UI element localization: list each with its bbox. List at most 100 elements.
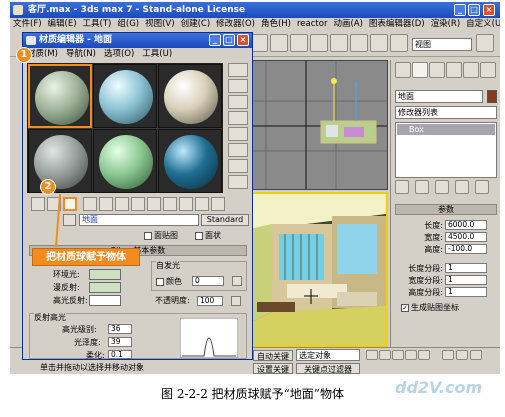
select-icon[interactable]	[270, 34, 288, 52]
opacity-map-button[interactable]	[231, 296, 241, 306]
key-filters-button[interactable]: 关键点过滤器	[296, 363, 360, 374]
utilities-tab-icon[interactable]	[480, 62, 496, 78]
backlight-icon[interactable]	[228, 79, 248, 93]
param-length-segs-input[interactable]: 1	[445, 263, 487, 273]
spec-level-input[interactable]: 36	[108, 324, 132, 334]
sample-type-icon[interactable]	[228, 63, 248, 77]
reset-map-icon[interactable]	[83, 197, 97, 211]
motion-tab-icon[interactable]	[446, 62, 462, 78]
params-rollout-header[interactable]: 参数	[395, 204, 497, 215]
show-end-result-mat-icon[interactable]	[179, 197, 193, 211]
quick-render-icon[interactable]	[476, 34, 494, 52]
go-to-end-icon[interactable]	[418, 350, 430, 360]
ambient-color-swatch[interactable]	[89, 269, 121, 280]
menu-tools[interactable]: 工具(T)	[80, 18, 115, 31]
self-illum-value[interactable]: 0	[192, 276, 224, 286]
remove-modifier-icon[interactable]	[455, 180, 469, 194]
menu-customize[interactable]: 自定义(U)	[463, 18, 500, 31]
prev-frame-icon[interactable]	[379, 350, 391, 360]
menu-views[interactable]: 视图(V)	[142, 18, 177, 31]
make-unique-icon[interactable]	[435, 180, 449, 194]
menu-file[interactable]: 文件(F)	[10, 18, 45, 31]
param-height-segs-input[interactable]: 1	[445, 287, 487, 297]
go-to-parent-icon[interactable]	[195, 197, 209, 211]
menu-rendering[interactable]: 渲染(R)	[428, 18, 464, 31]
show-map-in-viewport-icon[interactable]	[163, 197, 177, 211]
copy-material-icon[interactable]	[99, 197, 113, 211]
gen-mapping-checkbox[interactable]: ✓	[401, 303, 409, 312]
param-width-segs-input[interactable]: 1	[445, 275, 487, 285]
video-check-icon[interactable]	[228, 127, 248, 141]
faceted-checkbox[interactable]	[195, 231, 203, 240]
menu-animation[interactable]: 动画(A)	[330, 18, 365, 31]
material-name-field[interactable]: 地面	[79, 214, 199, 226]
object-color-swatch[interactable]	[487, 90, 497, 103]
select-by-material-icon[interactable]	[228, 175, 248, 189]
faceted-option[interactable]: 面状	[195, 230, 221, 242]
med-maximize-button[interactable]: □	[223, 34, 235, 46]
param-length-input[interactable]: 6000.0	[445, 220, 487, 230]
self-illum-color-checkbox[interactable]	[156, 277, 164, 286]
make-preview-icon[interactable]	[228, 143, 248, 157]
sample-slot[interactable]	[158, 64, 222, 128]
options-icon[interactable]	[228, 159, 248, 173]
display-tab-icon[interactable]	[463, 62, 479, 78]
sample-slot[interactable]	[93, 64, 157, 128]
self-illum-map-button[interactable]	[232, 276, 242, 286]
maximize-button[interactable]: □	[468, 4, 480, 16]
mirror-icon[interactable]	[350, 34, 368, 52]
self-illum-color-option[interactable]: 颜色	[156, 276, 182, 287]
modifier-list-dropdown[interactable]: 修改器列表	[395, 106, 497, 119]
selected-dropdown[interactable]: 选定对象	[296, 349, 360, 361]
set-key-button[interactable]: 设置关键点	[253, 363, 293, 374]
zoom-icon[interactable]	[442, 350, 454, 360]
configure-sets-icon[interactable]	[475, 180, 489, 194]
menu-edit[interactable]: 编辑(E)	[45, 18, 80, 31]
pan-icon[interactable]	[456, 350, 468, 360]
go-forward-sibling-icon[interactable]	[211, 197, 225, 211]
menu-group[interactable]: 组(G)	[114, 18, 142, 31]
sample-slot[interactable]	[93, 129, 157, 193]
scale-icon[interactable]	[330, 34, 348, 52]
soften-input[interactable]: 0.1	[108, 350, 132, 359]
pin-stack-icon[interactable]	[395, 180, 409, 194]
face-map-option[interactable]: 面贴图	[144, 230, 178, 242]
hierarchy-tab-icon[interactable]	[429, 62, 445, 78]
menu-character[interactable]: 角色(H)	[258, 18, 294, 31]
med-menu-options[interactable]: 选项(O)	[100, 48, 138, 60]
put-to-library-icon[interactable]	[131, 197, 145, 211]
minimize-button[interactable]: _	[454, 4, 466, 16]
close-button[interactable]: ×	[483, 4, 495, 16]
menu-create[interactable]: 创建(C)	[178, 18, 214, 31]
move-icon[interactable]	[290, 34, 308, 52]
material-type-button[interactable]: Standard	[201, 214, 249, 226]
make-unique-material-icon[interactable]	[115, 197, 129, 211]
go-to-start-icon[interactable]	[366, 350, 378, 360]
diffuse-color-swatch[interactable]	[89, 282, 121, 293]
show-end-result-icon[interactable]	[415, 180, 429, 194]
face-map-checkbox[interactable]	[144, 231, 152, 240]
material-effects-icon[interactable]	[147, 197, 161, 211]
render-icon[interactable]	[390, 34, 408, 52]
get-material-icon[interactable]	[31, 197, 45, 211]
param-height-input[interactable]: -100.0	[445, 244, 487, 254]
uv-tiling-icon[interactable]	[228, 111, 248, 125]
menu-graph-editors[interactable]: 图表编辑器(D)	[366, 18, 428, 31]
med-close-button[interactable]: ×	[237, 34, 249, 46]
object-name-field[interactable]: 地面	[395, 90, 483, 103]
gloss-input[interactable]: 39	[108, 337, 132, 347]
rotate-icon[interactable]	[310, 34, 328, 52]
opacity-input[interactable]: 100	[197, 296, 223, 306]
play-icon[interactable]	[392, 350, 404, 360]
next-frame-icon[interactable]	[405, 350, 417, 360]
orbit-icon[interactable]	[470, 350, 482, 360]
sample-slot[interactable]	[158, 129, 222, 193]
specular-color-swatch[interactable]	[89, 295, 121, 306]
auto-key-button[interactable]: 自动关键点	[253, 350, 293, 372]
med-menu-utilities[interactable]: 工具(U)	[138, 48, 176, 60]
med-menu-navigation[interactable]: 导航(N)	[62, 48, 100, 60]
param-width-input[interactable]: 4500.0	[445, 232, 487, 242]
view-select[interactable]: 视图	[412, 38, 472, 51]
background-icon[interactable]	[228, 95, 248, 109]
create-tab-icon[interactable]	[395, 62, 411, 78]
